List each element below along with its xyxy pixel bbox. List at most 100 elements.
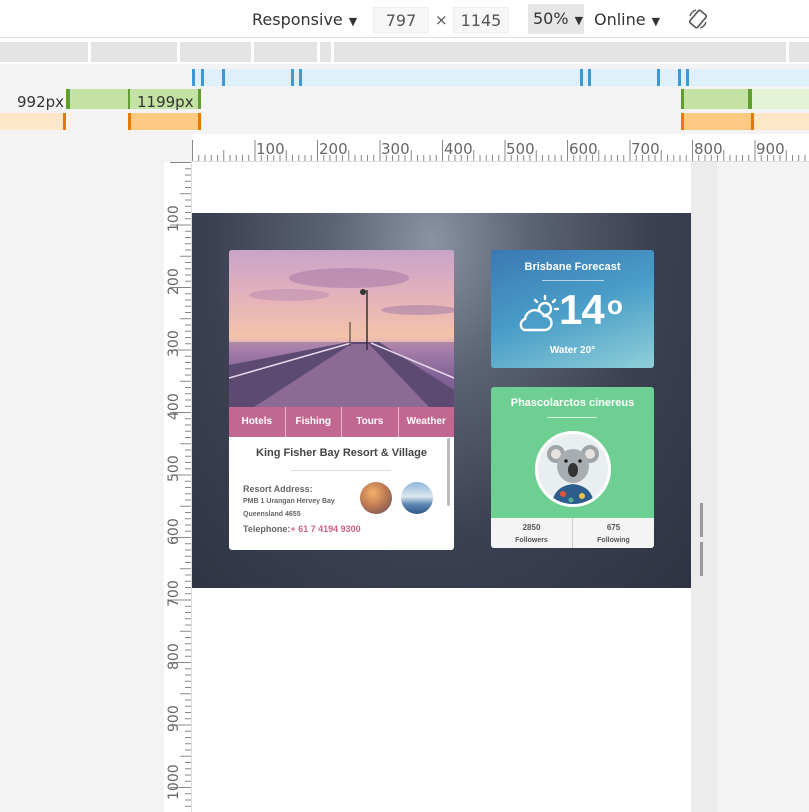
ruler-label: 300 bbox=[381, 140, 410, 158]
ruler-label: 300 bbox=[166, 330, 182, 357]
ruler-label: 200 bbox=[319, 140, 348, 158]
followers-label: Followers bbox=[515, 537, 548, 544]
dimension-separator: × bbox=[435, 11, 448, 29]
divider bbox=[542, 280, 604, 281]
preset-segment[interactable] bbox=[180, 42, 251, 62]
profile-card: Phascolarctos cinereus 2850 Followers 67… bbox=[491, 387, 654, 548]
device-preset-bar bbox=[0, 38, 809, 64]
resort-title: King Fisher Bay Resort & Village bbox=[256, 447, 427, 459]
media-query-min-width-bar[interactable] bbox=[66, 89, 130, 109]
device-select[interactable]: Responsive ▼ bbox=[252, 0, 357, 38]
mq-marker bbox=[681, 89, 684, 109]
resort-card: Hotels Fishing Tours Weather King Fisher… bbox=[229, 250, 454, 550]
media-query-max-width-bar[interactable] bbox=[754, 113, 809, 130]
address-line: Queensland 4655 bbox=[243, 511, 301, 518]
height-input[interactable]: 1145 bbox=[453, 7, 509, 33]
ruler-label: 700 bbox=[166, 580, 182, 607]
mq-marker bbox=[192, 69, 195, 86]
rotate-icon[interactable] bbox=[687, 8, 709, 30]
ruler-label: 500 bbox=[166, 455, 182, 482]
resize-handle-icon[interactable] bbox=[700, 503, 708, 576]
profile-stats: 2850 Followers 675 Following bbox=[491, 518, 654, 548]
emulated-viewport: Hotels Fishing Tours Weather King Fisher… bbox=[192, 162, 691, 812]
preset-segment[interactable] bbox=[334, 42, 786, 62]
followers-stat[interactable]: 2850 Followers bbox=[491, 518, 573, 548]
preset-segment[interactable] bbox=[789, 42, 809, 62]
following-count: 675 bbox=[606, 523, 621, 532]
zoom-select[interactable]: 50% ▼ bbox=[528, 4, 584, 34]
media-query-range-bar[interactable] bbox=[681, 89, 751, 109]
ruler-label: 200 bbox=[166, 268, 182, 295]
zoom-label: 50% bbox=[533, 9, 569, 28]
pier-photo bbox=[229, 250, 454, 407]
ruler-label: 600 bbox=[569, 140, 598, 158]
preset-segment[interactable] bbox=[91, 42, 177, 62]
vertical-ruler: 100 200 300 400 500 600 700 800 900 1000 bbox=[164, 162, 192, 812]
resort-nav: Hotels Fishing Tours Weather bbox=[229, 407, 454, 437]
weather-title: Brisbane Forecast bbox=[524, 261, 621, 273]
temperature: 14 bbox=[559, 286, 605, 333]
water-temperature: Water 20° bbox=[549, 345, 596, 356]
preset-segment[interactable] bbox=[0, 42, 88, 62]
telephone-row: Telephone:+ 61 7 4194 9300 bbox=[243, 524, 361, 534]
thumbnail-beach[interactable] bbox=[401, 482, 433, 514]
ruler-label: 600 bbox=[166, 518, 182, 545]
chevron-down-icon: ▼ bbox=[574, 14, 584, 27]
device-select-label: Responsive bbox=[252, 10, 343, 29]
degree-symbol: o bbox=[607, 290, 623, 320]
ruler-label: 1000 bbox=[166, 764, 182, 800]
ruler-label: 100 bbox=[166, 205, 182, 232]
weather-card: Brisbane Forecast 14 o Water 20° bbox=[491, 250, 654, 368]
divider bbox=[291, 470, 391, 471]
mq-marker bbox=[686, 69, 689, 86]
divider bbox=[547, 417, 597, 418]
followers-count: 2850 bbox=[522, 523, 541, 532]
mq-marker bbox=[66, 89, 70, 109]
media-query-bar-blue[interactable] bbox=[192, 69, 809, 86]
ruler-label: 400 bbox=[444, 140, 473, 158]
nav-tours[interactable]: Tours bbox=[342, 407, 399, 437]
width-input[interactable]: 797 bbox=[373, 7, 429, 33]
address-label: Resort Address: bbox=[243, 484, 313, 494]
mq-marker bbox=[198, 113, 201, 130]
avatar[interactable] bbox=[535, 431, 611, 507]
mq-marker bbox=[299, 69, 302, 86]
mq-marker bbox=[681, 113, 684, 130]
ruler-label: 900 bbox=[166, 705, 182, 732]
partly-cloudy-icon bbox=[517, 294, 561, 334]
mq-marker bbox=[291, 69, 294, 86]
chevron-down-icon: ▼ bbox=[651, 15, 661, 28]
ruler-label: 800 bbox=[166, 643, 182, 670]
mq-marker bbox=[588, 69, 591, 86]
media-query-max-width-bar[interactable] bbox=[0, 113, 65, 130]
ruler-label: 900 bbox=[756, 140, 785, 158]
telephone-link[interactable]: + 61 7 4194 9300 bbox=[290, 524, 360, 534]
ruler-label: 700 bbox=[631, 140, 660, 158]
thumbnail-sunset[interactable] bbox=[360, 482, 392, 514]
media-query-max-width-bar[interactable] bbox=[681, 113, 754, 130]
ruler-label: 100 bbox=[256, 140, 285, 158]
chevron-down-icon: ▼ bbox=[348, 15, 358, 28]
nav-hotels[interactable]: Hotels bbox=[229, 407, 286, 437]
nav-fishing[interactable]: Fishing bbox=[286, 407, 342, 437]
following-label: Following bbox=[597, 537, 630, 544]
media-query-min-width-bar[interactable] bbox=[752, 89, 809, 109]
media-query-max-width-bar[interactable] bbox=[128, 113, 201, 130]
ruler-label: 800 bbox=[694, 140, 723, 158]
preset-segment[interactable] bbox=[320, 42, 331, 62]
preset-segment[interactable] bbox=[254, 42, 317, 62]
profile-name: Phascolarctos cinereus bbox=[510, 397, 635, 409]
throttle-select[interactable]: Online ▼ bbox=[594, 0, 660, 38]
viewport-gutter bbox=[691, 162, 717, 812]
following-stat[interactable]: 675 Following bbox=[573, 518, 654, 548]
mq-marker bbox=[657, 69, 660, 86]
mq-marker bbox=[222, 69, 225, 86]
mq-marker bbox=[128, 113, 131, 130]
nav-weather[interactable]: Weather bbox=[399, 407, 455, 437]
media-query-max-label: 1199px bbox=[137, 93, 194, 111]
mq-marker bbox=[678, 69, 681, 86]
hero-section: Hotels Fishing Tours Weather King Fisher… bbox=[192, 213, 691, 588]
mq-marker bbox=[198, 89, 201, 109]
mq-marker bbox=[201, 69, 204, 86]
device-toolbar: Responsive ▼ 797 × 1145 50% ▼ Online ▼ bbox=[0, 0, 809, 38]
